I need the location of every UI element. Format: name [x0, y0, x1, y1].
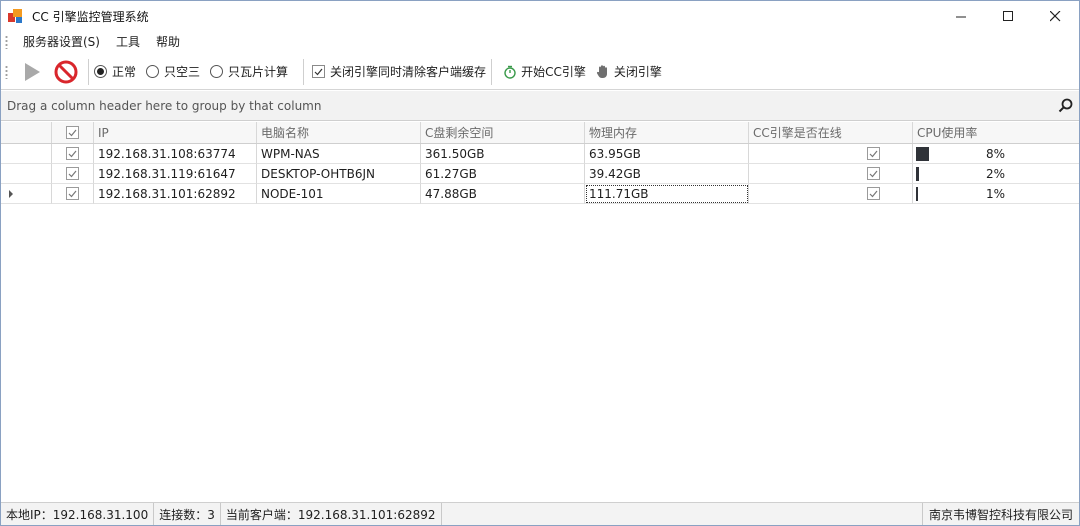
- mode-radio-normal[interactable]: 正常: [94, 63, 136, 80]
- checkbox-checked-icon: [312, 65, 326, 78]
- play-icon: [25, 62, 40, 81]
- radio-unselected-icon: [146, 65, 160, 78]
- cell-memory[interactable]: 39.42GB: [585, 164, 749, 184]
- clear-cache-checkbox[interactable]: 关闭引擎同时清除客户端缓存: [312, 63, 486, 80]
- mode-label-aerial: 只空三: [164, 65, 201, 79]
- maximize-icon: [1003, 10, 1013, 21]
- minimize-icon: [956, 16, 966, 17]
- grid-header-row: IP 电脑名称 C盘剩余空间 物理内存 CC引擎是否在线 CPU使用率: [1, 122, 1079, 144]
- title-bar: CC 引擎监控管理系统: [1, 1, 1079, 31]
- row-indicator[interactable]: [1, 184, 52, 204]
- radio-selected-icon: [94, 65, 107, 78]
- status-current-client: 当前客户端：192.168.31.101:62892: [221, 502, 442, 525]
- cell-online[interactable]: [749, 164, 913, 184]
- stop-icon: [54, 60, 78, 83]
- play-button[interactable]: [15, 57, 49, 87]
- minimize-button[interactable]: [938, 1, 985, 31]
- mode-label-tile: 只瓦片计算: [228, 65, 289, 79]
- cell-cpu[interactable]: 1%: [913, 184, 1079, 204]
- cell-c-free[interactable]: 361.50GB: [421, 144, 585, 164]
- cell-ip[interactable]: 192.168.31.119:61647: [94, 164, 257, 184]
- checkbox-checked-icon: [66, 167, 79, 180]
- hand-icon: [596, 65, 607, 78]
- mode-radio-tile[interactable]: 只瓦片计算: [210, 63, 288, 80]
- menu-grip-icon[interactable]: [5, 35, 8, 49]
- maximize-button[interactable]: [985, 1, 1032, 31]
- cell-pc-name[interactable]: DESKTOP-OHTB6JN: [257, 164, 421, 184]
- window-controls: [938, 1, 1079, 31]
- table-row[interactable]: 192.168.31.108:63774 WPM-NAS 361.50GB 63…: [1, 144, 1079, 164]
- start-engine-button[interactable]: 开始CC引擎: [503, 63, 586, 80]
- toolbar: 正常 只空三 只瓦片计算 关闭引擎同时清除客户端缓存 开始CC引擎 关闭引擎: [1, 54, 1079, 90]
- cell-cpu[interactable]: 2%: [913, 164, 1079, 184]
- checkbox-checked-icon: [66, 147, 79, 160]
- toolbar-separator: [491, 58, 493, 85]
- status-company: 南京韦博智控科技有限公司: [921, 503, 1079, 525]
- column-header-cpu[interactable]: CPU使用率: [913, 122, 1079, 143]
- column-header-online[interactable]: CC引擎是否在线: [749, 122, 913, 143]
- current-row-arrow-icon: [9, 189, 13, 198]
- header-indicator: [1, 122, 52, 143]
- start-engine-label: 开始CC引擎: [521, 65, 586, 79]
- cpu-value: 2%: [985, 166, 1005, 181]
- radio-unselected-icon: [210, 65, 224, 78]
- header-select-all[interactable]: [52, 122, 94, 143]
- window-title: CC 引擎监控管理系统: [32, 9, 149, 24]
- cell-cpu[interactable]: 8%: [913, 144, 1079, 164]
- cell-online[interactable]: [749, 184, 913, 204]
- status-local-ip: 本地IP：192.168.31.100: [1, 502, 155, 525]
- cell-memory[interactable]: 63.95GB: [585, 144, 749, 164]
- checkbox-checked-icon: [867, 167, 880, 180]
- cell-c-free[interactable]: 47.88GB: [421, 184, 585, 204]
- column-header-c-free[interactable]: C盘剩余空间: [421, 122, 585, 143]
- cell-memory-focused[interactable]: 111.71GB: [585, 184, 749, 204]
- menu-server-settings[interactable]: 服务器设置(S): [15, 31, 108, 53]
- status-connections: 连接数：3: [154, 502, 221, 525]
- row-checkbox[interactable]: [52, 164, 94, 184]
- cell-online[interactable]: [749, 144, 913, 164]
- group-panel[interactable]: Drag a column header here to group by th…: [1, 91, 1079, 121]
- checkbox-checked-icon: [867, 147, 880, 160]
- row-indicator[interactable]: [1, 164, 52, 184]
- column-header-pc-name[interactable]: 电脑名称: [257, 122, 421, 143]
- mode-label-normal: 正常: [112, 65, 137, 79]
- cell-ip[interactable]: 192.168.31.108:63774: [94, 144, 257, 164]
- stop-engine-button[interactable]: 关闭引擎: [596, 63, 662, 80]
- column-header-memory[interactable]: 物理内存: [585, 122, 749, 143]
- status-bar: 本地IP：192.168.31.100 连接数：3 当前客户端：192.168.…: [1, 502, 1079, 525]
- clear-cache-label: 关闭引擎同时清除客户端缓存: [330, 65, 487, 79]
- checkbox-checked-icon: [66, 187, 79, 200]
- client-grid: IP 电脑名称 C盘剩余空间 物理内存 CC引擎是否在线 CPU使用率 192.…: [1, 122, 1079, 500]
- row-checkbox[interactable]: [52, 144, 94, 164]
- cell-pc-name[interactable]: NODE-101: [257, 184, 421, 204]
- cell-pc-name[interactable]: WPM-NAS: [257, 144, 421, 164]
- menu-tools[interactable]: 工具: [108, 31, 148, 53]
- row-checkbox[interactable]: [52, 184, 94, 204]
- table-row[interactable]: 192.168.31.119:61647 DESKTOP-OHTB6JN 61.…: [1, 164, 1079, 184]
- mode-radio-aerial[interactable]: 只空三: [146, 63, 200, 80]
- group-panel-hint: Drag a column header here to group by th…: [7, 98, 322, 113]
- toolbar-separator: [303, 58, 305, 85]
- checkbox-checked-icon: [66, 126, 79, 139]
- toolbar-grip-icon[interactable]: [5, 64, 8, 79]
- cpu-value: 8%: [985, 146, 1005, 161]
- cpu-value: 1%: [985, 186, 1005, 201]
- checkbox-checked-icon: [867, 187, 880, 200]
- app-logo-icon: [8, 8, 24, 24]
- column-header-ip[interactable]: IP: [94, 122, 257, 143]
- close-icon: [1050, 10, 1061, 21]
- table-row[interactable]: 192.168.31.101:62892 NODE-101 47.88GB 11…: [1, 184, 1079, 204]
- app-window: CC 引擎监控管理系统 服务器设置(S) 工具 帮助 正常 只空三 只瓦片计算 …: [0, 0, 1080, 526]
- menu-help[interactable]: 帮助: [148, 31, 188, 53]
- menu-bar: 服务器设置(S) 工具 帮助: [1, 31, 1079, 53]
- toolbar-separator: [88, 58, 89, 85]
- row-indicator[interactable]: [1, 144, 52, 164]
- cell-ip[interactable]: 192.168.31.101:62892: [94, 184, 257, 204]
- cell-c-free[interactable]: 61.27GB: [421, 164, 585, 184]
- close-button[interactable]: [1032, 1, 1079, 31]
- stop-engine-label: 关闭引擎: [613, 65, 662, 79]
- stopwatch-icon: [504, 65, 516, 79]
- search-icon[interactable]: [1058, 98, 1073, 113]
- stop-button[interactable]: [49, 57, 83, 87]
